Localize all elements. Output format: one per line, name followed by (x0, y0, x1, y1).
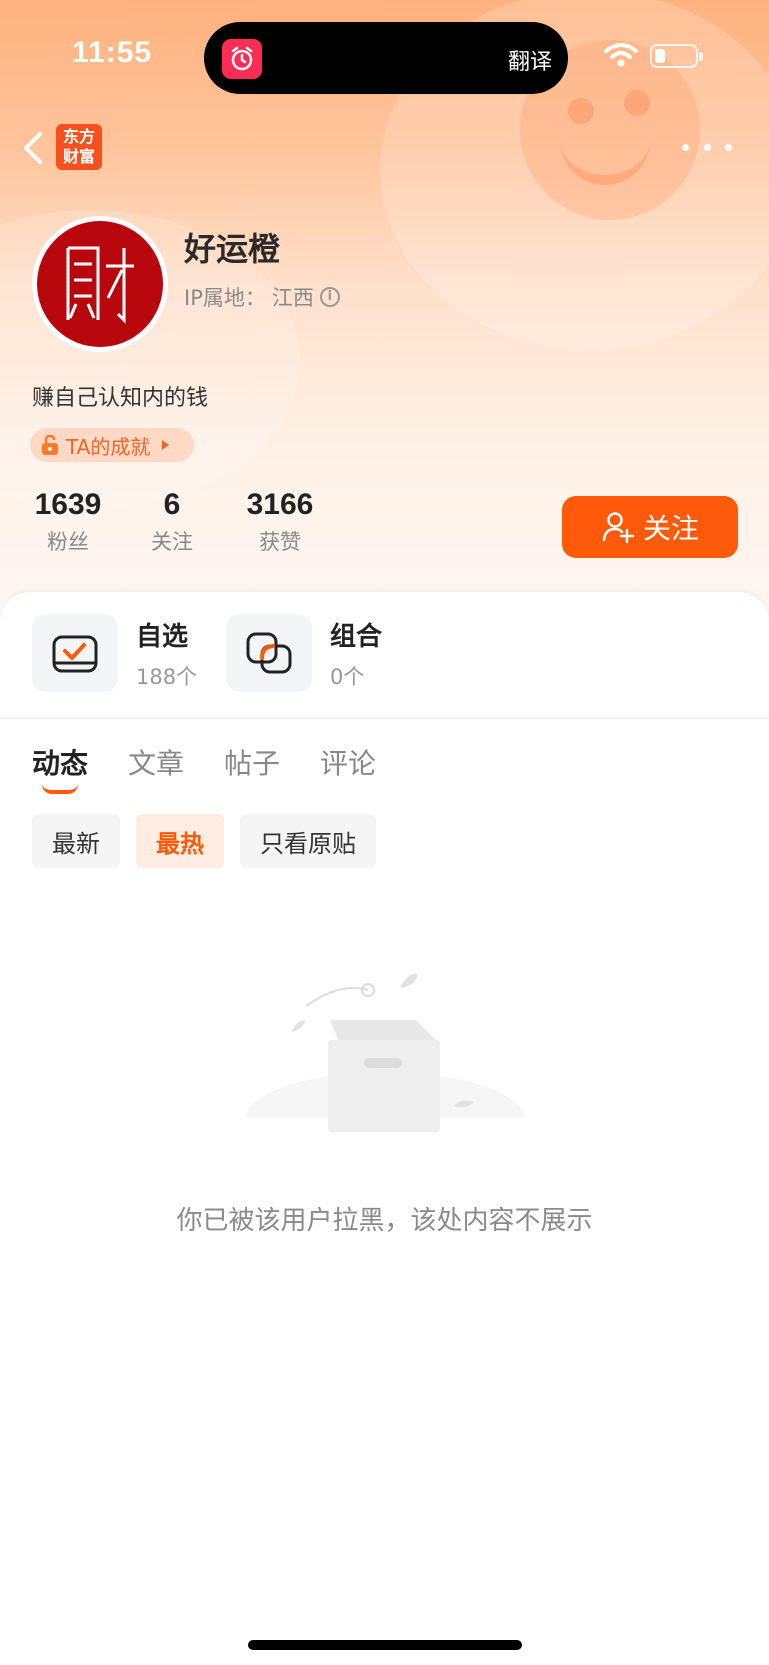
stat-label: 粉丝 (47, 530, 89, 554)
tab-comments[interactable]: 评论 (320, 742, 376, 782)
stat-label: 获赞 (259, 530, 301, 554)
empty-state-message: 你已被该用户拉黑，该处内容不展示 (176, 1206, 593, 1236)
back-button[interactable] (14, 124, 54, 172)
follow-button-label: 关注 (642, 512, 699, 545)
logo-text-line2: 财富 (62, 147, 95, 166)
feature-title: 组合 (330, 621, 383, 652)
tab-label: 动态 (32, 747, 89, 780)
triangle-right-icon (162, 440, 170, 450)
dot-icon (682, 143, 689, 151)
cai-seal-icon (66, 246, 134, 324)
home-indicator[interactable] (248, 1640, 522, 1650)
achievement-label: TA的成就 (66, 434, 151, 459)
empty-box-illustration (240, 970, 530, 1168)
tab-posts[interactable]: 帖子 (224, 742, 280, 782)
content-tabs: 动态 文章 帖子 评论 (32, 742, 376, 794)
follow-button[interactable]: 关注 (562, 496, 738, 558)
feature-portfolio[interactable]: 组合 0个 (226, 614, 382, 692)
ip-label: IP属地： (184, 286, 266, 310)
info-icon[interactable]: i (319, 287, 340, 307)
user-bio: 赚自己认知内的钱 (32, 386, 209, 411)
status-time: 11:55 (72, 36, 153, 69)
tab-label: 评论 (320, 747, 377, 780)
add-user-icon (602, 512, 635, 544)
filter-latest[interactable]: 最新 (32, 814, 120, 868)
battery-icon (650, 44, 703, 68)
tab-active-indicator (42, 784, 78, 794)
filter-hottest[interactable]: 最热 (136, 814, 224, 868)
stat-likes[interactable]: 3166 获赞 (240, 488, 320, 556)
island-label: 翻译 (507, 50, 552, 75)
ip-location: 江西 (271, 286, 314, 310)
wifi-icon (604, 42, 638, 72)
filter-chips: 最新 最热 只看原贴 (32, 814, 376, 868)
portfolio-icon (226, 614, 312, 692)
stat-value: 1639 (34, 488, 102, 521)
dot-icon (725, 143, 732, 151)
lock-icon (42, 434, 58, 455)
stat-value: 3166 (246, 488, 314, 521)
dot-icon (703, 143, 711, 151)
filter-original-only[interactable]: 只看原贴 (240, 814, 376, 868)
status-bar: 11:55 翻译 (0, 0, 769, 110)
avatar-image (37, 221, 163, 347)
more-options-button[interactable] (682, 134, 732, 160)
watchlist-icon (32, 614, 118, 692)
chevron-left-icon (24, 132, 42, 164)
stat-followers[interactable]: 1639 粉丝 (30, 488, 106, 556)
feature-count: 0个 (330, 664, 365, 689)
ip-location-row: IP属地： 江西 i (184, 282, 340, 312)
username: 好运橙 (184, 230, 281, 268)
tab-label: 帖子 (224, 747, 281, 780)
stat-label: 关注 (151, 530, 193, 554)
dynamic-island[interactable]: 翻译 (204, 22, 568, 94)
tab-label: 文章 (128, 747, 185, 780)
achievement-badge[interactable]: TA的成就 (30, 428, 194, 462)
app-logo[interactable]: 东方 财富 (56, 124, 102, 170)
feature-watchlist[interactable]: 自选 188个 (32, 614, 197, 692)
section-divider (0, 718, 769, 719)
feature-count: 188个 (136, 664, 198, 689)
tab-articles[interactable]: 文章 (128, 742, 184, 782)
logo-text-line1: 东方 (62, 127, 95, 146)
avatar[interactable] (32, 216, 168, 352)
alarm-icon (222, 39, 262, 79)
stat-value: 6 (163, 488, 181, 521)
feature-title: 自选 (136, 621, 189, 652)
stat-following[interactable]: 6 关注 (142, 488, 202, 556)
tab-dynamics[interactable]: 动态 (32, 742, 89, 794)
